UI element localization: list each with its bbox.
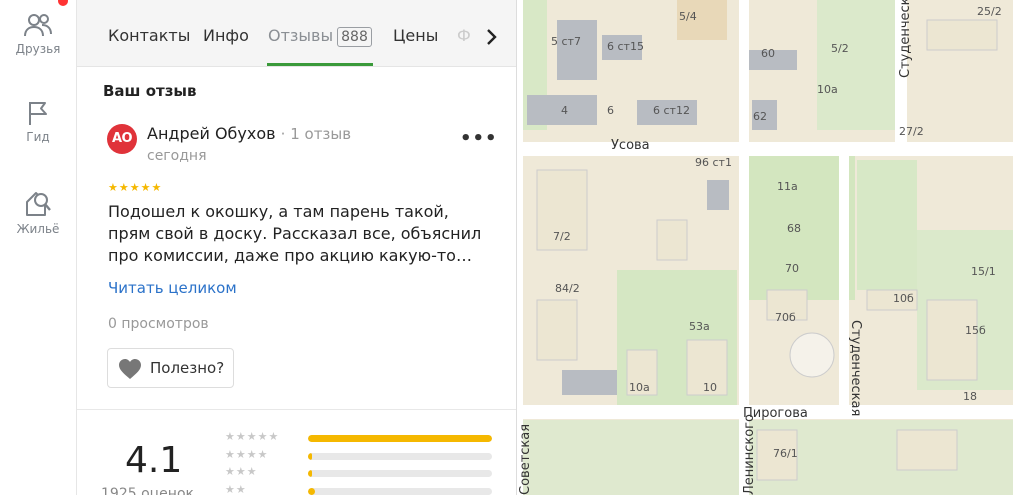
rating-row-stars: ★★★	[225, 465, 258, 478]
map-canvas[interactable]: Усова Пирогова Студенческая Студенческая…	[517, 0, 1013, 495]
house-number: 18	[963, 390, 977, 403]
house-number: 25/2	[977, 5, 1002, 18]
author-name: Андрей Обухов	[147, 124, 276, 143]
road	[839, 156, 849, 405]
rail-label-housing: Жильё	[16, 222, 60, 236]
tab-next-faded: Ф	[457, 26, 471, 45]
tab-contacts[interactable]: Контакты	[108, 26, 190, 45]
review-date: сегодня	[147, 148, 207, 164]
flag-icon	[29, 102, 47, 125]
ratings-count: 1925 оценок	[101, 486, 194, 495]
house-number: 70	[785, 262, 799, 275]
rating-row-stars: ★★★★	[225, 448, 269, 461]
rail-item-guide[interactable]: Гид	[0, 98, 76, 144]
average-rating: 4.1	[125, 440, 183, 481]
tab-reviews[interactable]: Отзывы 888	[268, 26, 372, 47]
street-label: Студенческая	[898, 0, 913, 78]
building	[789, 332, 835, 378]
house-number: 84/2	[555, 282, 580, 295]
rating-bar-fill	[308, 435, 492, 442]
house-number: 6	[607, 104, 614, 117]
house-number: 10	[703, 381, 717, 394]
map-view[interactable]: Усова Пирогова Студенческая Студенческая…	[517, 0, 1013, 495]
place-panel: Контакты Инфо Отзывы 888 Цены Ф Ваш отзыв…	[77, 0, 517, 495]
house-search-icon	[26, 192, 51, 216]
building	[656, 219, 688, 261]
divider	[77, 409, 516, 410]
building	[557, 20, 597, 80]
street-label: Усова	[611, 138, 650, 153]
rating-bar-fill	[308, 453, 312, 460]
house-number: 60	[761, 47, 775, 60]
house-number: 53а	[689, 320, 710, 333]
rating-row-stars: ★★★★★	[225, 430, 280, 443]
house-number: 10а	[817, 83, 838, 96]
heart-icon	[119, 359, 141, 379]
building	[707, 180, 729, 210]
rating-bar	[308, 435, 492, 442]
house-number: 5/4	[679, 10, 697, 23]
house-number: 70б	[775, 311, 796, 324]
rating-bar-fill	[308, 488, 316, 495]
read-more-link[interactable]: Читать целиком	[108, 279, 237, 297]
more-options-icon[interactable]: •••	[460, 128, 498, 149]
house-number: 6 ст12	[653, 104, 690, 117]
rating-row-stars: ★★	[225, 483, 247, 495]
house-number: 4	[561, 104, 568, 117]
friends-icon	[24, 14, 52, 37]
review-text: Подошел к окошку, а там парень такой, пр…	[108, 202, 482, 265]
building	[926, 19, 998, 51]
house-number: 10б	[893, 292, 914, 305]
rail-item-friends[interactable]: Друзья	[0, 10, 76, 56]
road	[517, 142, 1013, 156]
street-label: Советская	[518, 424, 533, 495]
rating-bar	[308, 488, 492, 495]
house-number: 11а	[777, 180, 798, 193]
house-number: 5 ст7	[551, 35, 581, 48]
house-number: 10а	[629, 381, 650, 394]
useful-button[interactable]: Полезно?	[107, 348, 234, 388]
tab-prices[interactable]: Цены	[393, 26, 438, 45]
rating-bar	[308, 453, 492, 460]
avatar: АО	[107, 124, 137, 154]
views-count: 0 просмотров	[108, 316, 209, 332]
chevron-right-icon[interactable]	[485, 27, 499, 47]
road	[517, 0, 523, 495]
rating-bar-fill	[308, 470, 312, 477]
active-tab-underline	[267, 63, 373, 66]
rail-label-guide: Гид	[26, 130, 50, 144]
house-number: 62	[753, 110, 767, 123]
review-stars: ★★★★★	[108, 181, 163, 194]
street-label: Студенческая	[848, 320, 863, 416]
rail-label-friends: Друзья	[15, 42, 61, 56]
house-number: 5/2	[831, 42, 849, 55]
left-rail: Друзья Гид Жильё	[0, 0, 77, 495]
park-area	[817, 0, 897, 130]
rating-bar	[308, 470, 492, 477]
tab-bar: Контакты Инфо Отзывы 888 Цены Ф	[77, 0, 516, 67]
building	[896, 429, 958, 471]
house-number: 76/1	[773, 447, 798, 460]
rail-item-housing[interactable]: Жильё	[0, 188, 76, 236]
building	[926, 299, 978, 381]
house-number: 6 ст15	[607, 40, 644, 53]
building	[562, 370, 617, 395]
author-review-count: · 1 отзыв	[280, 125, 352, 143]
section-title: Ваш отзыв	[103, 82, 197, 100]
house-number: 15б	[965, 324, 986, 337]
park-area	[857, 160, 917, 290]
house-number: 15/1	[971, 265, 996, 278]
tab-reviews-label: Отзывы	[268, 26, 334, 45]
street-label: Ленинского	[742, 414, 757, 495]
house-number: 68	[787, 222, 801, 235]
building	[536, 299, 578, 361]
house-number: 27/2	[899, 125, 924, 138]
useful-label: Полезно?	[150, 359, 225, 377]
review-author[interactable]: Андрей Обухов · 1 отзыв	[147, 124, 351, 143]
house-number: 7/2	[553, 230, 571, 243]
notification-dot	[58, 0, 68, 6]
house-number: 96 ст1	[695, 156, 732, 169]
tab-info[interactable]: Инфо	[203, 26, 249, 45]
reviews-count-badge: 888	[337, 27, 372, 47]
